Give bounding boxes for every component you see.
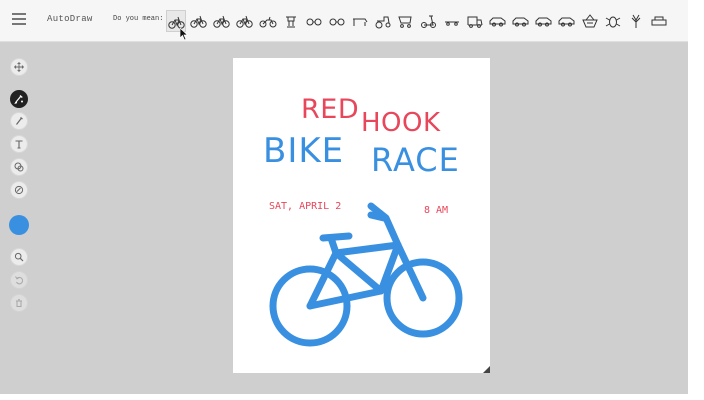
suggestion-bug-20[interactable] <box>603 10 623 32</box>
crown-icon <box>286 16 296 28</box>
bicycle-icon <box>190 15 207 28</box>
bicycle-icon <box>236 15 253 28</box>
bicycle-icon <box>213 15 230 28</box>
top-bar: AutoDraw Do you mean: <box>0 0 688 42</box>
suggestion-bench-9[interactable] <box>350 10 370 32</box>
scooter-icon <box>421 15 436 28</box>
suggestion-glasses-8[interactable] <box>327 10 347 32</box>
left-toolbar <box>0 42 40 394</box>
autodraw-pen-icon <box>14 95 23 104</box>
undo-button[interactable] <box>10 271 28 289</box>
autodraw-app: AutoDraw Do you mean: RED HOOK BIKE RACE… <box>0 0 688 394</box>
text-icon <box>15 140 23 149</box>
suggestion-cart-11[interactable] <box>396 10 416 32</box>
bench-icon <box>353 18 368 26</box>
suggestion-motorcycle-5[interactable] <box>258 10 278 32</box>
suggestion-plant-21[interactable] <box>626 10 646 32</box>
color-picker-button[interactable] <box>9 215 29 235</box>
mouse-cursor-icon <box>180 28 188 40</box>
motorcycle-icon <box>259 16 277 28</box>
app-title: AutoDraw <box>47 14 93 24</box>
bicycle-drawing[interactable] <box>263 198 468 348</box>
fill-tool-button[interactable] <box>10 158 28 176</box>
window-edge <box>688 0 704 400</box>
plant-icon <box>631 14 641 28</box>
suggestion-bicycle-2[interactable] <box>189 10 209 32</box>
zoom-button[interactable] <box>10 248 28 266</box>
poster-word-hook[interactable]: HOOK <box>361 108 441 138</box>
tractor-icon <box>375 16 391 29</box>
suggestion-car-17[interactable] <box>534 10 554 32</box>
suggestion-bicycle-3[interactable] <box>212 10 232 32</box>
sofa-icon <box>651 16 667 26</box>
menu-icon[interactable] <box>12 13 26 25</box>
drawing-canvas[interactable]: RED HOOK BIKE RACE SAT, APRIL 2 8 AM <box>233 58 490 373</box>
pencil-icon <box>16 117 23 125</box>
undo-icon <box>15 276 24 285</box>
suggestion-glasses-7[interactable] <box>304 10 324 32</box>
car-icon <box>558 17 575 27</box>
suggestion-crown-6[interactable] <box>281 10 301 32</box>
type-tool-button[interactable] <box>10 135 28 153</box>
fill-bucket-icon <box>14 162 24 172</box>
car-icon <box>489 17 506 27</box>
bug-icon <box>605 16 621 28</box>
suggestion-label: Do you mean: <box>113 15 164 23</box>
suggestion-bicycle-4[interactable] <box>235 10 255 32</box>
glasses-icon <box>306 18 322 26</box>
suggestion-car-18[interactable] <box>557 10 577 32</box>
shape-icon <box>14 185 24 195</box>
suggestion-car-15[interactable] <box>488 10 508 32</box>
move-tool-button[interactable] <box>10 58 28 76</box>
basket-icon <box>582 14 598 28</box>
draw-tool-button[interactable] <box>10 112 28 130</box>
truck-icon <box>467 16 483 28</box>
suggestion-scooter-12[interactable] <box>419 10 439 32</box>
window-bottom-edge <box>0 394 688 400</box>
autodraw-tool-button[interactable] <box>10 90 28 108</box>
poster-word-race[interactable]: RACE <box>371 141 460 179</box>
zoom-icon <box>14 252 24 262</box>
trash-icon <box>16 299 22 307</box>
suggestion-tractor-10[interactable] <box>373 10 393 32</box>
car-icon <box>512 17 529 27</box>
glasses-icon <box>329 18 345 26</box>
suggestion-basket-19[interactable] <box>580 10 600 32</box>
move-icon <box>14 62 24 72</box>
suggestion-skateboard-13[interactable] <box>442 10 462 32</box>
poster-word-red[interactable]: RED <box>301 94 359 125</box>
poster-word-bike[interactable]: BIKE <box>263 131 344 171</box>
cart-icon <box>398 16 412 28</box>
canvas-resize-handle[interactable] <box>483 366 490 373</box>
suggestion-strip <box>166 10 686 32</box>
skateboard-icon <box>445 21 459 26</box>
suggestion-truck-14[interactable] <box>465 10 485 32</box>
car-icon <box>535 17 552 27</box>
suggestion-sofa-22[interactable] <box>649 10 669 32</box>
suggestion-car-16[interactable] <box>511 10 531 32</box>
delete-button[interactable] <box>10 294 28 312</box>
shape-tool-button[interactable] <box>10 181 28 199</box>
